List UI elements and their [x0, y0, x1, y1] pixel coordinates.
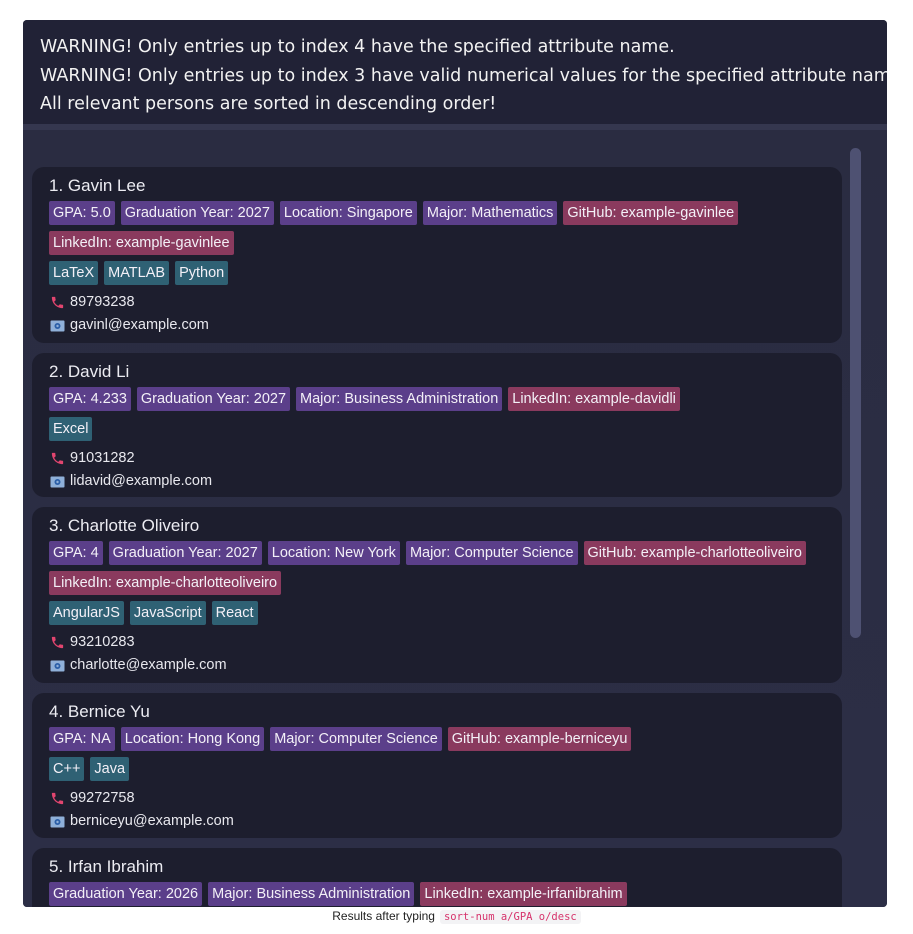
email-address: charlotte@example.com — [70, 657, 227, 673]
attribute-tag: Graduation Year: 2026 — [49, 882, 203, 906]
phone-line: 91031282 — [49, 447, 826, 470]
attribute-tag: Graduation Year: 2027 — [120, 201, 274, 225]
result-line: WARNING! Only entries up to index 3 have… — [40, 65, 887, 86]
email-line: lidavid@example.com — [49, 470, 826, 493]
result-line: All relevant persons are sorted in desce… — [40, 94, 497, 114]
email-address: gavinl@example.com — [70, 317, 209, 333]
person-name: 2. David Li — [49, 362, 130, 381]
tag-row: GPA: NA Location: Hong Kong Major: Compu… — [49, 727, 826, 751]
list-scrollbar[interactable] — [850, 148, 861, 638]
attribute-tag: Major: Computer Science — [270, 727, 442, 751]
link-tag: LinkedIn: example-gavinlee — [49, 231, 234, 255]
tag-row: GPA: 5.0 Graduation Year: 2027 Location:… — [49, 201, 826, 255]
phone-line: 99272758 — [49, 787, 826, 810]
link-tag: GitHub: example-charlotteoliveiro — [583, 541, 806, 565]
person-card[interactable]: 4. Bernice Yu GPA: NA Location: Hong Kon… — [32, 693, 842, 838]
link-tag: LinkedIn: example-charlotteoliveiro — [49, 571, 282, 595]
link-tag: GitHub: example-gavinlee — [563, 201, 739, 225]
person-card[interactable]: 2. David Li GPA: 4.233 Graduation Year: … — [32, 353, 842, 497]
phone-icon — [49, 635, 65, 651]
link-tag: GitHub: example-berniceyu — [447, 727, 632, 751]
attribute-tag: GPA: 5.0 — [49, 201, 115, 225]
skill-tag: MATLAB — [104, 261, 170, 285]
email-address: berniceyu@example.com — [70, 813, 234, 829]
person-card[interactable]: 1. Gavin Lee GPA: 5.0 Graduation Year: 2… — [32, 167, 842, 343]
phone-number: 91031282 — [70, 450, 135, 466]
phone-line: 89793238 — [49, 291, 826, 314]
attribute-tag: Graduation Year: 2027 — [108, 541, 262, 565]
attribute-tag: Location: New York — [267, 541, 400, 565]
person-name: 1. Gavin Lee — [49, 176, 146, 195]
skill-tag: LaTeX — [49, 261, 99, 285]
phone-icon — [49, 791, 65, 807]
person-list[interactable]: 1. Gavin Lee GPA: 5.0 Graduation Year: 2… — [23, 130, 887, 907]
attribute-tag: Graduation Year: 2027 — [136, 387, 291, 411]
email-line: gavinl@example.com — [49, 314, 826, 337]
attribute-tag: Location: Singapore — [279, 201, 417, 225]
skill-tag: Excel — [49, 417, 93, 441]
link-tag: LinkedIn: example-irfanibrahim — [420, 882, 627, 906]
attribute-tag: GPA: 4 — [49, 541, 103, 565]
phone-number: 93210283 — [70, 634, 135, 650]
phone-number: 99272758 — [70, 790, 135, 806]
skill-row: LaTeX MATLAB Python — [49, 261, 826, 285]
email-address: lidavid@example.com — [70, 473, 213, 489]
attribute-tag: Major: Business Administration — [296, 387, 503, 411]
app-window: WARNING! Only entries up to index 4 have… — [23, 20, 887, 907]
skill-row: C++ Java — [49, 757, 826, 781]
attribute-tag: GPA: 4.233 — [49, 387, 131, 411]
person-name: 3. Charlotte Oliveiro — [49, 516, 200, 535]
link-tag: LinkedIn: example-davidli — [508, 387, 680, 411]
skill-tag: AngularJS — [49, 601, 124, 625]
tag-row: Graduation Year: 2026 Major: Business Ad… — [49, 882, 826, 906]
skill-tag: JavaScript — [129, 601, 206, 625]
skill-tag: Python — [175, 261, 229, 285]
phone-icon — [49, 451, 65, 467]
result-display: WARNING! Only entries up to index 4 have… — [23, 20, 887, 124]
email-line: berniceyu@example.com — [49, 810, 826, 833]
command-text: sort-num a/GPA o/desc — [439, 910, 581, 924]
email-icon — [49, 474, 65, 490]
phone-number: 89793238 — [70, 294, 135, 310]
email-icon — [49, 658, 65, 674]
skill-tag: Java — [90, 757, 130, 781]
tag-row: GPA: 4 Graduation Year: 2027 Location: N… — [49, 541, 826, 595]
email-icon — [49, 814, 65, 830]
person-name: 5. Irfan Ibrahim — [49, 857, 164, 876]
phone-line: 93210283 — [49, 631, 826, 654]
skill-tag: C++ — [49, 757, 85, 781]
attribute-tag: Major: Business Administration — [208, 882, 415, 906]
phone-icon — [49, 295, 65, 311]
tag-row: GPA: 4.233 Graduation Year: 2027 Major: … — [49, 387, 826, 411]
person-card[interactable]: 3. Charlotte Oliveiro GPA: 4 Graduation … — [32, 507, 842, 683]
skill-row: AngularJS JavaScript React — [49, 601, 826, 625]
screenshot-caption: Results after typing sort-num a/GPA o/des… — [0, 909, 913, 924]
person-card[interactable]: 5. Irfan Ibrahim Graduation Year: 2026 M… — [32, 848, 842, 907]
caption-text: Results after typing — [332, 909, 435, 923]
skill-row: Excel — [49, 417, 826, 441]
skill-tag: React — [211, 601, 258, 625]
email-line: charlotte@example.com — [49, 654, 826, 677]
attribute-tag: Location: Hong Kong — [120, 727, 265, 751]
result-line: WARNING! Only entries up to index 4 have… — [40, 37, 675, 57]
attribute-tag: Major: Computer Science — [405, 541, 578, 565]
attribute-tag: Major: Mathematics — [422, 201, 558, 225]
person-name: 4. Bernice Yu — [49, 702, 150, 721]
attribute-tag: GPA: NA — [49, 727, 115, 751]
email-icon — [49, 318, 65, 334]
